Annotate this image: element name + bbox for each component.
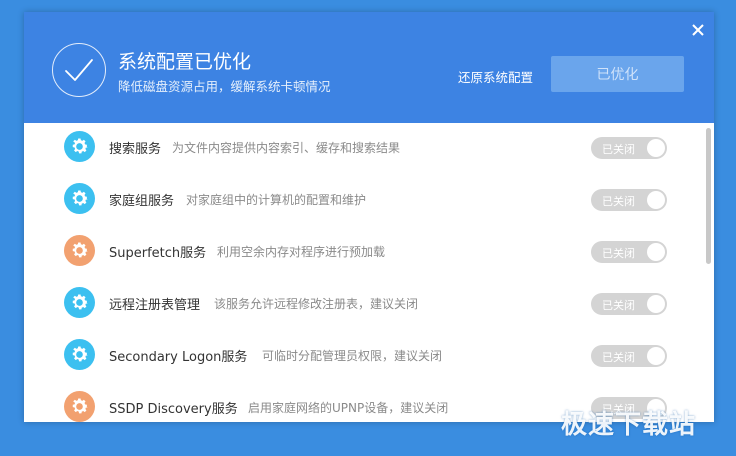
toggle-label: 已关闭	[602, 195, 635, 208]
toggle-label: 已关闭	[602, 143, 635, 156]
service-toggle[interactable]: 已关闭	[591, 345, 667, 367]
toggle-knob	[647, 139, 665, 157]
service-list: 搜索服务 为文件内容提供内容索引、缓存和搜索结果 已关闭 家庭组服务 对家庭组中的计算机…	[24, 123, 714, 422]
service-description: 利用空余内存对程序进行预加载	[217, 245, 386, 259]
service-row: 搜索服务 为文件内容提供内容索引、缓存和搜索结果 已关闭	[24, 123, 704, 175]
gear-icon	[64, 183, 95, 214]
service-toggle[interactable]: 已关闭	[591, 137, 667, 159]
toggle-label: 已关闭	[602, 299, 635, 312]
dialog-header: 系统配置已优化 降低磁盘资源占用，缓解系统卡顿情况 还原系统配置 已优化	[24, 12, 714, 123]
service-toggle[interactable]: 已关闭	[591, 241, 667, 263]
checkmark-circle-icon	[52, 43, 106, 97]
gear-icon	[64, 391, 95, 422]
service-row: Superfetch服务 利用空余内存对程序进行预加载 已关闭	[24, 227, 704, 279]
toggle-knob	[647, 347, 665, 365]
optimized-button[interactable]: 已优化	[551, 56, 684, 92]
service-row: 家庭组服务 对家庭组中的计算机的配置和维护 已关闭	[24, 175, 704, 227]
toggle-label: 已关闭	[602, 247, 635, 260]
service-description: 对家庭组中的计算机的配置和维护	[186, 193, 367, 207]
service-row: Secondary Logon服务 可临时分配管理员权限，建议关闭 已关闭	[24, 331, 704, 383]
service-name: SSDP Discovery服务	[109, 402, 238, 417]
service-description: 该服务允许远程修改注册表，建议关闭	[214, 297, 419, 311]
dialog-title: 系统配置已优化	[118, 51, 252, 73]
service-name: 搜索服务	[109, 142, 162, 157]
service-row: 远程注册表管理 该服务允许远程修改注册表，建议关闭 已关闭	[24, 279, 704, 331]
close-icon[interactable]	[688, 20, 708, 40]
service-name: 远程注册表管理	[109, 298, 201, 313]
watermark-text: 极速下载站	[561, 410, 697, 440]
dialog-subtitle: 降低磁盘资源占用，缓解系统卡顿情况	[118, 79, 331, 94]
service-toggle[interactable]: 已关闭	[591, 189, 667, 211]
service-name: Secondary Logon服务	[109, 350, 248, 365]
gear-icon	[64, 131, 95, 162]
gear-icon	[64, 339, 95, 370]
toggle-label: 已关闭	[602, 351, 635, 364]
gear-icon	[64, 235, 95, 266]
service-description: 启用家庭网络的UPNP设备，建议关闭	[248, 401, 449, 415]
toggle-knob	[647, 243, 665, 261]
service-toggle[interactable]: 已关闭	[591, 293, 667, 315]
toggle-knob	[647, 191, 665, 209]
service-description: 为文件内容提供内容索引、缓存和搜索结果	[172, 141, 401, 155]
gear-icon	[64, 287, 95, 318]
service-description: 可临时分配管理员权限，建议关闭	[262, 349, 443, 363]
toggle-knob	[647, 295, 665, 313]
service-name: 家庭组服务	[109, 194, 175, 209]
service-name: Superfetch服务	[109, 246, 207, 261]
scrollbar-thumb[interactable]	[706, 128, 711, 264]
optimization-dialog: 系统配置已优化 降低磁盘资源占用，缓解系统卡顿情况 还原系统配置 已优化 搜索服…	[24, 12, 714, 422]
restore-config-link[interactable]: 还原系统配置	[458, 67, 533, 86]
